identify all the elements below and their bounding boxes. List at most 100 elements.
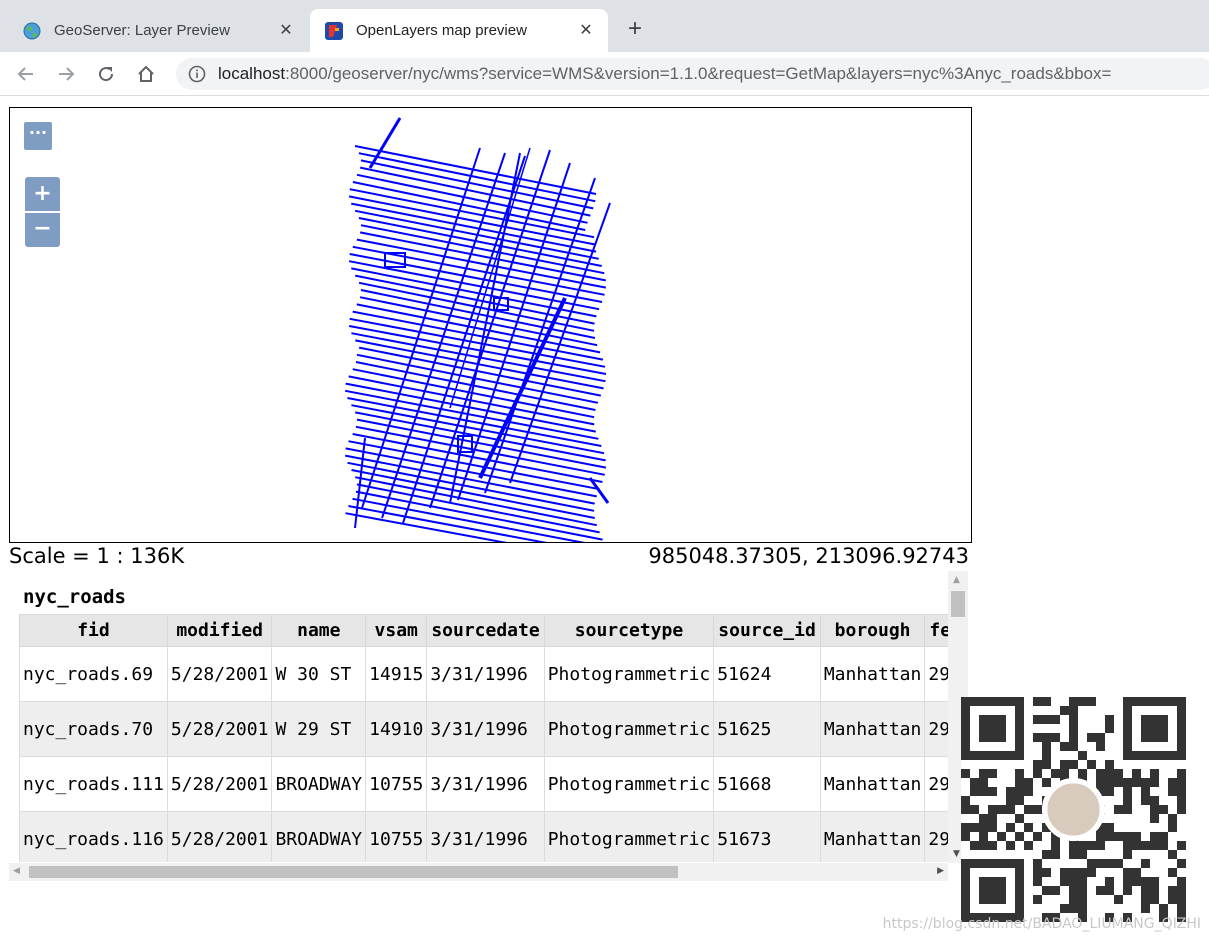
feature-table-container: fid modified name vsam sourcedate sourcetype s…: [19, 614, 948, 862]
table-cell: 3/31/1996: [426, 756, 545, 812]
column-header: source_id: [713, 614, 821, 647]
nyc-roads-layer: [344, 117, 611, 542]
table-cell: 5/28/2001: [166, 756, 273, 812]
arrow-left-icon: [17, 67, 33, 81]
column-header: sourcetype: [543, 614, 715, 647]
home-button[interactable]: [132, 60, 160, 88]
table-cell: W 30 ST: [271, 646, 367, 702]
table-cell: BROADWAY: [271, 756, 367, 812]
column-header: vsam: [365, 614, 428, 647]
tab-openlayers-map-preview[interactable]: OpenLayers map preview ✕: [310, 9, 608, 52]
column-header: feat_c: [924, 614, 948, 647]
layer-options-button[interactable]: ···: [24, 122, 52, 150]
tab-title: GeoServer: Layer Preview: [54, 22, 230, 39]
table-cell: nyc_roads.69: [19, 646, 168, 702]
table-cell: 51673: [713, 811, 821, 862]
tab-strip: GeoServer: Layer Preview ✕ OpenLayers ma…: [0, 0, 1209, 52]
zoom-out-button[interactable]: −: [25, 213, 60, 247]
table-cell: Photogrammetric: [543, 811, 715, 862]
zoom-in-button[interactable]: +: [25, 177, 60, 211]
table-cell: Photogrammetric: [543, 646, 715, 702]
close-tab-icon[interactable]: ✕: [278, 22, 294, 39]
table-cell: 2900: [924, 756, 948, 812]
table-row[interactable]: nyc_roads.69 5/28/2001 W 30 ST 14915 3/31/19…: [19, 646, 948, 702]
reload-icon: [99, 67, 114, 82]
table-body: nyc_roads.69 5/28/2001 W 30 ST 14915 3/31/19…: [19, 646, 948, 862]
column-header: modified: [166, 614, 273, 647]
table-cell: BROADWAY: [271, 811, 367, 862]
table-cell: 14910: [365, 701, 428, 757]
road-segment: [356, 303, 601, 354]
table-row[interactable]: nyc_roads.70 5/28/2001 W 29 ST 14910 3/31/19…: [19, 701, 948, 757]
table-cell: 10755: [365, 811, 428, 862]
table-row[interactable]: nyc_roads.116 5/28/2001 BROADWAY 10755 3/31/…: [19, 811, 948, 862]
openlayers-icon: [325, 21, 343, 40]
column-header: name: [271, 614, 367, 647]
road-segment: [355, 476, 597, 527]
road-segment: [354, 145, 597, 195]
table-cell: Photogrammetric: [543, 756, 715, 812]
table-header-row: fid modified name vsam sourcedate sourcetype s…: [19, 614, 948, 647]
scroll-down-icon[interactable]: ▼: [953, 849, 960, 859]
feature-table: fid modified name vsam sourcedate sourcetype s…: [19, 614, 948, 862]
table-cell: Manhattan: [819, 756, 926, 812]
table-cell: 51668: [713, 756, 821, 812]
table-cell: W 29 ST: [271, 701, 367, 757]
tab-geoserver-layer-preview[interactable]: GeoServer: Layer Preview ✕: [8, 9, 308, 52]
road-segment: [360, 159, 594, 210]
table-cell: 3/31/1996: [426, 811, 545, 862]
table-cell: 14915: [365, 646, 428, 702]
table-cell: nyc_roads.111: [19, 756, 168, 812]
url-text: localhost:8000/geoserver/nyc/wms?service…: [218, 64, 1111, 84]
table-cell: 3/31/1996: [426, 701, 545, 757]
scroll-right-icon[interactable]: ▶: [937, 866, 944, 876]
watermark-text: https://blog.csdn.net/BADAO_LIUMANG_QIZH…: [882, 916, 1201, 932]
column-header: fid: [19, 614, 168, 647]
info-icon[interactable]: [188, 65, 206, 83]
table-cell: nyc_roads.70: [19, 701, 168, 757]
table-cell: Photogrammetric: [543, 701, 715, 757]
url-path: :8000/geoserver/nyc/wms?service=WMS&vers…: [285, 64, 1112, 83]
table-cell: 51625: [713, 701, 821, 757]
horizontal-scrollbar[interactable]: ◀ ▶: [9, 863, 948, 881]
scroll-up-icon[interactable]: ▲: [953, 575, 960, 585]
table-cell: 51624: [713, 646, 821, 702]
home-icon: [138, 65, 154, 82]
road-segment: [347, 461, 595, 512]
table-row[interactable]: nyc_roads.111 5/28/2001 BROADWAY 10755 3/31/…: [19, 756, 948, 812]
road-segment: [356, 483, 600, 534]
column-header: sourcedate: [426, 614, 545, 647]
forward-button[interactable]: [52, 60, 80, 88]
scroll-left-icon[interactable]: ◀: [13, 866, 20, 876]
road-segment: [351, 469, 595, 519]
browser-toolbar: localhost:8000/geoserver/nyc/wms?service…: [0, 52, 1209, 96]
arrow-right-icon: [59, 67, 75, 81]
new-tab-button[interactable]: +: [622, 17, 648, 43]
tab-title: OpenLayers map preview: [356, 22, 527, 39]
back-button[interactable]: [12, 60, 40, 88]
column-header: borough: [819, 614, 926, 647]
close-tab-icon[interactable]: ✕: [578, 22, 594, 39]
map-viewport[interactable]: ··· + −: [9, 107, 972, 543]
table-cell: 2900: [924, 701, 948, 757]
feature-layer-title: nyc_roads: [23, 586, 126, 608]
reload-button[interactable]: [92, 60, 120, 88]
table-cell: 2900: [924, 811, 948, 862]
table-cell: 10755: [365, 756, 428, 812]
feature-info-panel: nyc_roads fid modified name vsam sourcedate s…: [9, 571, 969, 884]
table-cell: 3/31/1996: [426, 646, 545, 702]
table-cell: Manhattan: [819, 811, 926, 862]
table-cell: 5/28/2001: [166, 811, 273, 862]
table-cell: 5/28/2001: [166, 701, 273, 757]
table-cell: Manhattan: [819, 646, 926, 702]
table-cell: 2900: [924, 646, 948, 702]
table-cell: nyc_roads.116: [19, 811, 168, 862]
mouse-position-readout: 985048.37305, 213096.92743: [648, 544, 969, 568]
road-segment: [355, 339, 604, 390]
table-cell: Manhattan: [819, 701, 926, 757]
scrollbar-thumb[interactable]: [951, 591, 965, 617]
scrollbar-thumb[interactable]: [29, 866, 678, 878]
address-bar[interactable]: localhost:8000/geoserver/nyc/wms?service…: [176, 58, 1209, 90]
scale-readout: Scale = 1 : 136K: [9, 544, 185, 568]
road-segment: [348, 440, 600, 491]
